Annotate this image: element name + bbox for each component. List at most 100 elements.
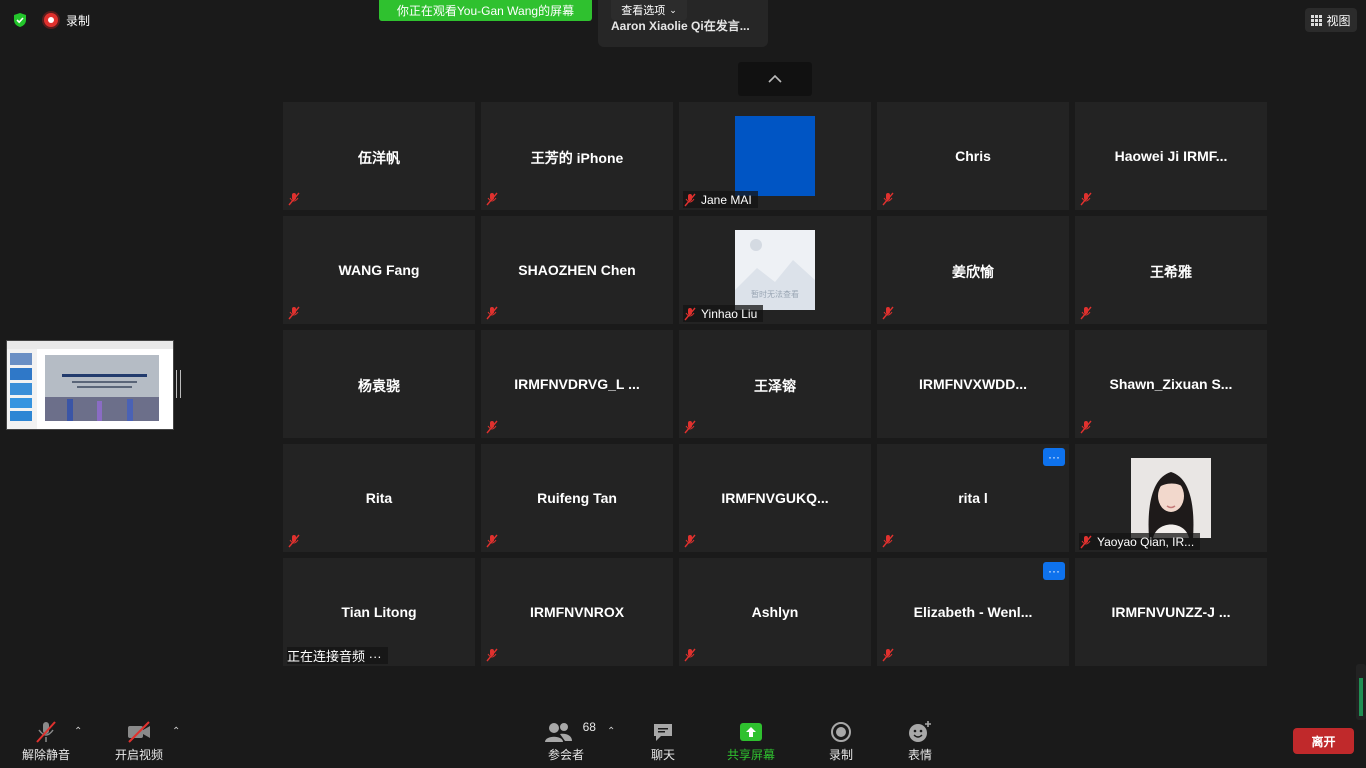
video-options-caret[interactable]: ⌃ (172, 726, 180, 737)
view-button[interactable]: 视图 (1305, 8, 1357, 32)
participant-tile[interactable]: Chris (877, 102, 1069, 210)
muted-mic-icon (684, 648, 696, 662)
participant-tile[interactable]: IRMFNVUNZZ-J ... (1075, 558, 1267, 666)
participant-name: Tian Litong (341, 604, 417, 620)
share-screen-button[interactable]: 共享屏幕 (722, 720, 780, 763)
participant-name: Chris (955, 148, 991, 164)
reactions-button[interactable]: 表情 (902, 720, 938, 763)
participant-tile[interactable]: ··· Elizabeth - Wenl... (877, 558, 1069, 666)
screen-share-banner: 你正在观看You-Gan Wang的屏幕 (379, 0, 592, 21)
participant-tile[interactable]: Shawn_Zixuan S... (1075, 330, 1267, 438)
view-options-label: 查看选项 (621, 5, 666, 17)
audio-level-meter (1356, 664, 1366, 720)
recording-indicator-icon (44, 13, 58, 27)
muted-mic-icon (684, 307, 696, 320)
video-off-icon (128, 721, 150, 743)
muted-mic-icon (882, 534, 894, 548)
participant-name: Elizabeth - Wenl... (913, 604, 1033, 620)
record-button[interactable]: 录制 (824, 720, 858, 763)
participant-name: 王泽镕 (754, 378, 796, 394)
muted-mic-icon (288, 192, 300, 206)
muted-mic-icon (288, 534, 300, 548)
muted-mic-icon (486, 192, 498, 206)
audio-options-caret[interactable]: ⌃ (74, 726, 82, 737)
participant-label: Yaoyao Qian, IR... (1079, 533, 1201, 550)
participant-tile[interactable]: IRMFNVDRVG_L ... (481, 330, 673, 438)
start-video-button[interactable]: 开启视频 (112, 720, 166, 763)
participant-tile[interactable]: WANG Fang (283, 216, 475, 324)
view-button-label: 视图 (1326, 13, 1351, 28)
page-up-button[interactable] (738, 62, 812, 96)
participant-tile[interactable]: 王芳的 iPhone (481, 102, 673, 210)
muted-mic-icon (486, 306, 498, 320)
participant-tile[interactable]: IRMFNVXWDD... (877, 330, 1069, 438)
participant-tile[interactable]: 暂时无法查看 Yinhao Liu (679, 216, 871, 324)
participant-tile[interactable]: 王希雅 (1075, 216, 1267, 324)
chat-label: 聊天 (650, 748, 675, 762)
muted-mic-icon (486, 648, 498, 662)
chat-button[interactable]: 聊天 (645, 720, 681, 763)
participant-name: Yaoyao Qian, IR... (1097, 534, 1195, 549)
participant-tile[interactable]: Ruifeng Tan (481, 444, 673, 552)
participant-name: Jane MAI (701, 192, 752, 207)
participant-name: IRMFNVNROX (529, 604, 625, 620)
muted-mic-icon (684, 193, 696, 206)
participant-tile[interactable]: Haowei Ji IRMF... (1075, 102, 1267, 210)
participant-tile[interactable]: Ashlyn (679, 558, 871, 666)
leave-button[interactable]: 离开 (1293, 728, 1354, 754)
chat-icon (654, 724, 672, 741)
participant-tile[interactable]: ··· rita l (877, 444, 1069, 552)
view-options-button[interactable]: 查看选项 ⌄ (611, 0, 687, 20)
muted-mic-icon (882, 306, 894, 320)
participant-label: Jane MAI (683, 191, 758, 208)
muted-mic-icon (486, 534, 498, 548)
participant-name: IRMFNVDRVG_L ... (514, 376, 640, 392)
participant-name: 伍洋帆 (358, 150, 400, 166)
panel-resize-handle[interactable] (176, 370, 181, 398)
shared-screen-thumbnail[interactable] (6, 340, 174, 430)
participants-count: 68 (582, 720, 596, 734)
placeholder-text: 暂时无法查看 (751, 289, 799, 299)
participant-name: Yinhao Liu (701, 306, 758, 321)
participant-tile[interactable]: Rita (283, 444, 475, 552)
participant-tile[interactable]: Yaoyao Qian, IR... (1075, 444, 1267, 552)
presentation-preview (7, 341, 173, 429)
grid-view-icon (1311, 14, 1323, 26)
muted-mic-icon (1080, 535, 1092, 548)
recording-label[interactable]: 录制 (66, 12, 90, 29)
record-label: 录制 (828, 748, 853, 762)
participants-label: 参会者 (547, 748, 584, 762)
participant-name: 杨袁骁 (358, 378, 400, 394)
unmute-label: 解除静音 (21, 748, 70, 762)
reactions-label: 表情 (907, 748, 932, 762)
muted-mic-icon (882, 192, 894, 206)
participant-tile[interactable]: SHAOZHEN Chen (481, 216, 673, 324)
participant-tile[interactable]: IRMFNVGUKQ... (679, 444, 871, 552)
security-shield-icon[interactable] (12, 12, 28, 28)
participant-label: Yinhao Liu (683, 305, 764, 322)
participant-tile[interactable]: IRMFNVNROX (481, 558, 673, 666)
participant-name: Ashlyn (751, 604, 799, 620)
unmute-button[interactable]: 解除静音 (18, 720, 74, 763)
participant-tile[interactable]: 姜欣愉 (877, 216, 1069, 324)
participant-tile[interactable]: 杨袁骁 (283, 330, 475, 438)
muted-mic-icon (1080, 306, 1092, 320)
more-options-button[interactable]: ··· (1043, 562, 1065, 580)
profile-photo (1131, 458, 1211, 538)
connecting-audio-status: 正在连接音频 ··· (287, 647, 388, 664)
participant-name: 王希雅 (1150, 264, 1192, 280)
participant-tile[interactable]: Tian Litong 正在连接音频 ··· (283, 558, 475, 666)
participant-tile[interactable]: 伍洋帆 (283, 102, 475, 210)
participant-tile[interactable]: Jane MAI (679, 102, 871, 210)
avatar (735, 116, 815, 196)
participant-name: IRMFNVUNZZ-J ... (1111, 604, 1231, 620)
more-options-button[interactable]: ··· (1043, 448, 1065, 466)
muted-mic-icon (1080, 192, 1092, 206)
participants-button[interactable]: 68 参会者 (536, 720, 596, 763)
share-screen-label: 共享屏幕 (726, 748, 775, 762)
participant-tile[interactable]: 王泽镕 (679, 330, 871, 438)
participants-options-caret[interactable]: ⌃ (607, 726, 615, 737)
muted-mic-icon (486, 420, 498, 434)
participant-name: 姜欣愉 (952, 264, 994, 280)
chevron-up-icon (768, 74, 782, 83)
